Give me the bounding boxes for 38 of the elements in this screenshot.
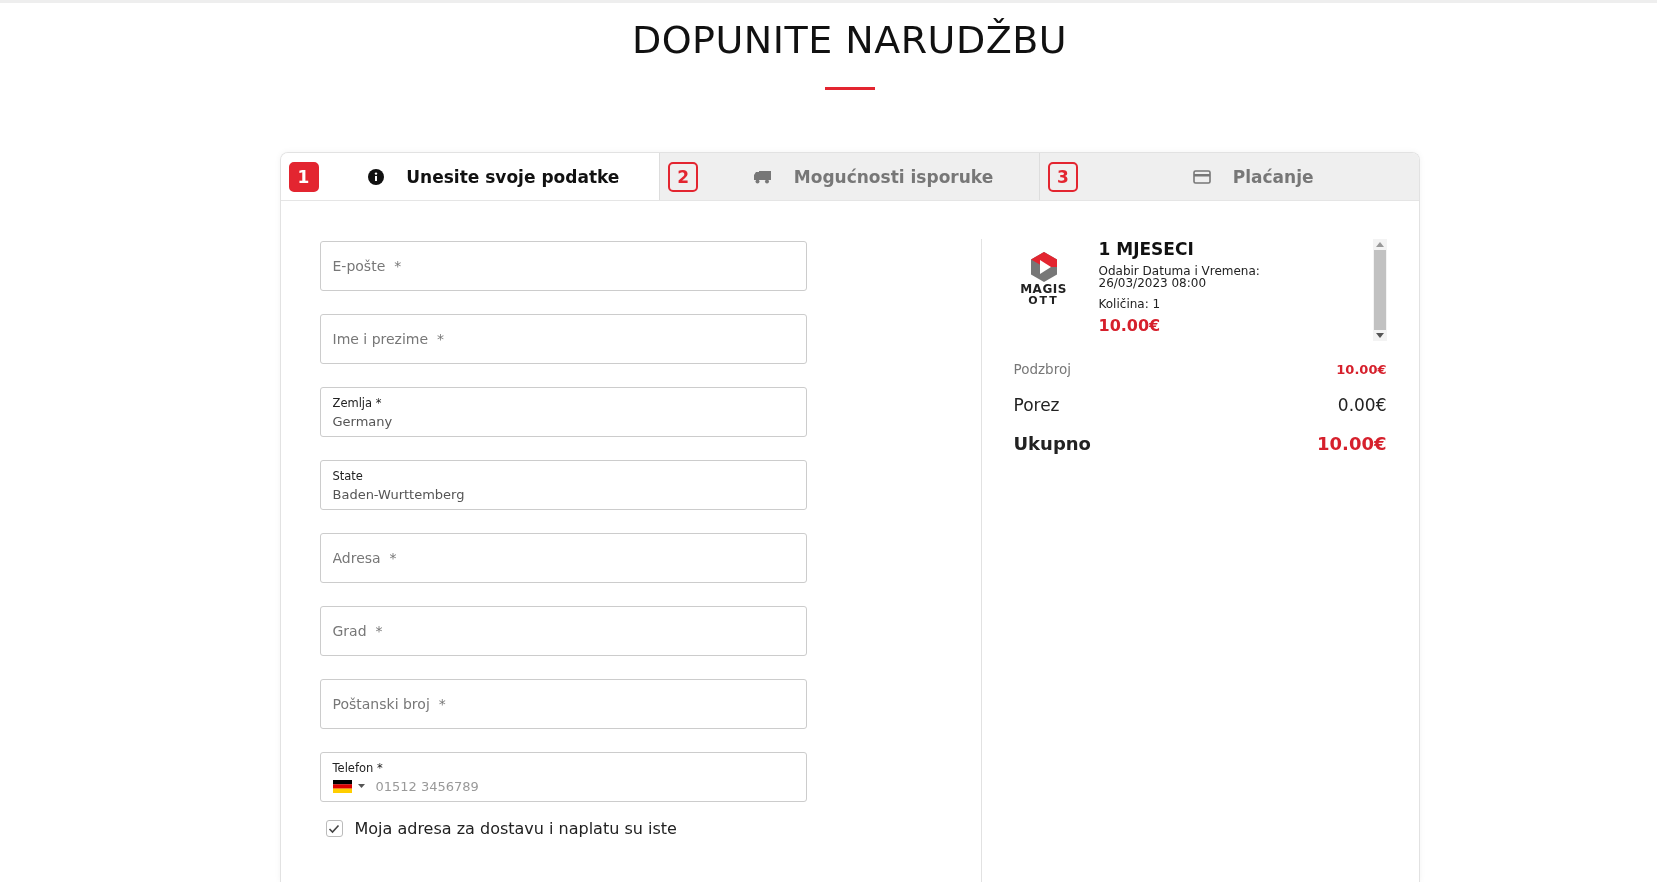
flag-icon: [332, 779, 352, 793]
step-tab[interactable]: 1 Unesite svoje podatke: [280, 153, 660, 200]
info-icon: [368, 168, 385, 185]
credit-card-icon: [1192, 169, 1211, 184]
text-field[interactable]: Adresa *: [319, 533, 807, 583]
checkbox-label: Moja adresa za dostavu i naplatu su iste: [354, 819, 677, 838]
step-number: 1: [288, 161, 319, 192]
product-price: 10.00€: [1098, 316, 1162, 335]
step-tab[interactable]: 3 Plaćanje: [1038, 153, 1419, 200]
scroll-up-icon[interactable]: [1375, 242, 1384, 247]
phone-field[interactable]: Telefon * 01512 3456789: [319, 752, 807, 802]
tax-value: 0.00€: [1337, 395, 1387, 415]
text-field[interactable]: Poštanski broj *: [319, 679, 807, 729]
scroll-down-icon[interactable]: [1375, 333, 1384, 338]
product-name: 1 MJESECI: [1098, 239, 1195, 259]
text-field[interactable]: E-pošte *: [319, 241, 807, 291]
select-field[interactable]: Zemlja * Germany: [319, 387, 807, 437]
checkmark-icon: [328, 823, 340, 834]
title-underline: [824, 87, 875, 90]
product-quantity: Količina: 1: [1098, 297, 1162, 311]
step-number: 3: [1047, 161, 1078, 192]
truck-icon: [753, 169, 772, 184]
subtotal-label: Podzbroj: [1013, 361, 1071, 377]
text-field[interactable]: Grad *: [319, 606, 807, 656]
subtotal-value: 10.00€: [1336, 361, 1387, 377]
tax-label: Porez: [1013, 395, 1060, 415]
checkbox[interactable]: [325, 820, 343, 837]
caret-icon: [357, 784, 365, 788]
logo-drawing: MAGIS OTT: [1013, 251, 1074, 307]
total-label: Ukupno: [1013, 433, 1091, 454]
product-date: Odabir Datuma i Vremena: 26/03/2023 08:00: [1098, 265, 1261, 289]
select-field[interactable]: State Baden-Wurttemberg: [319, 460, 807, 510]
page-title: DOPUNITE NARUDŽBU: [631, 18, 1068, 62]
step-number: 2: [668, 161, 699, 192]
step-tab[interactable]: 2 Mogućnosti isporuke: [659, 153, 1039, 200]
total-value: 10.00€: [1317, 433, 1387, 454]
scrollbar[interactable]: [1372, 239, 1387, 341]
text-field[interactable]: Ime i prezime *: [319, 314, 807, 364]
